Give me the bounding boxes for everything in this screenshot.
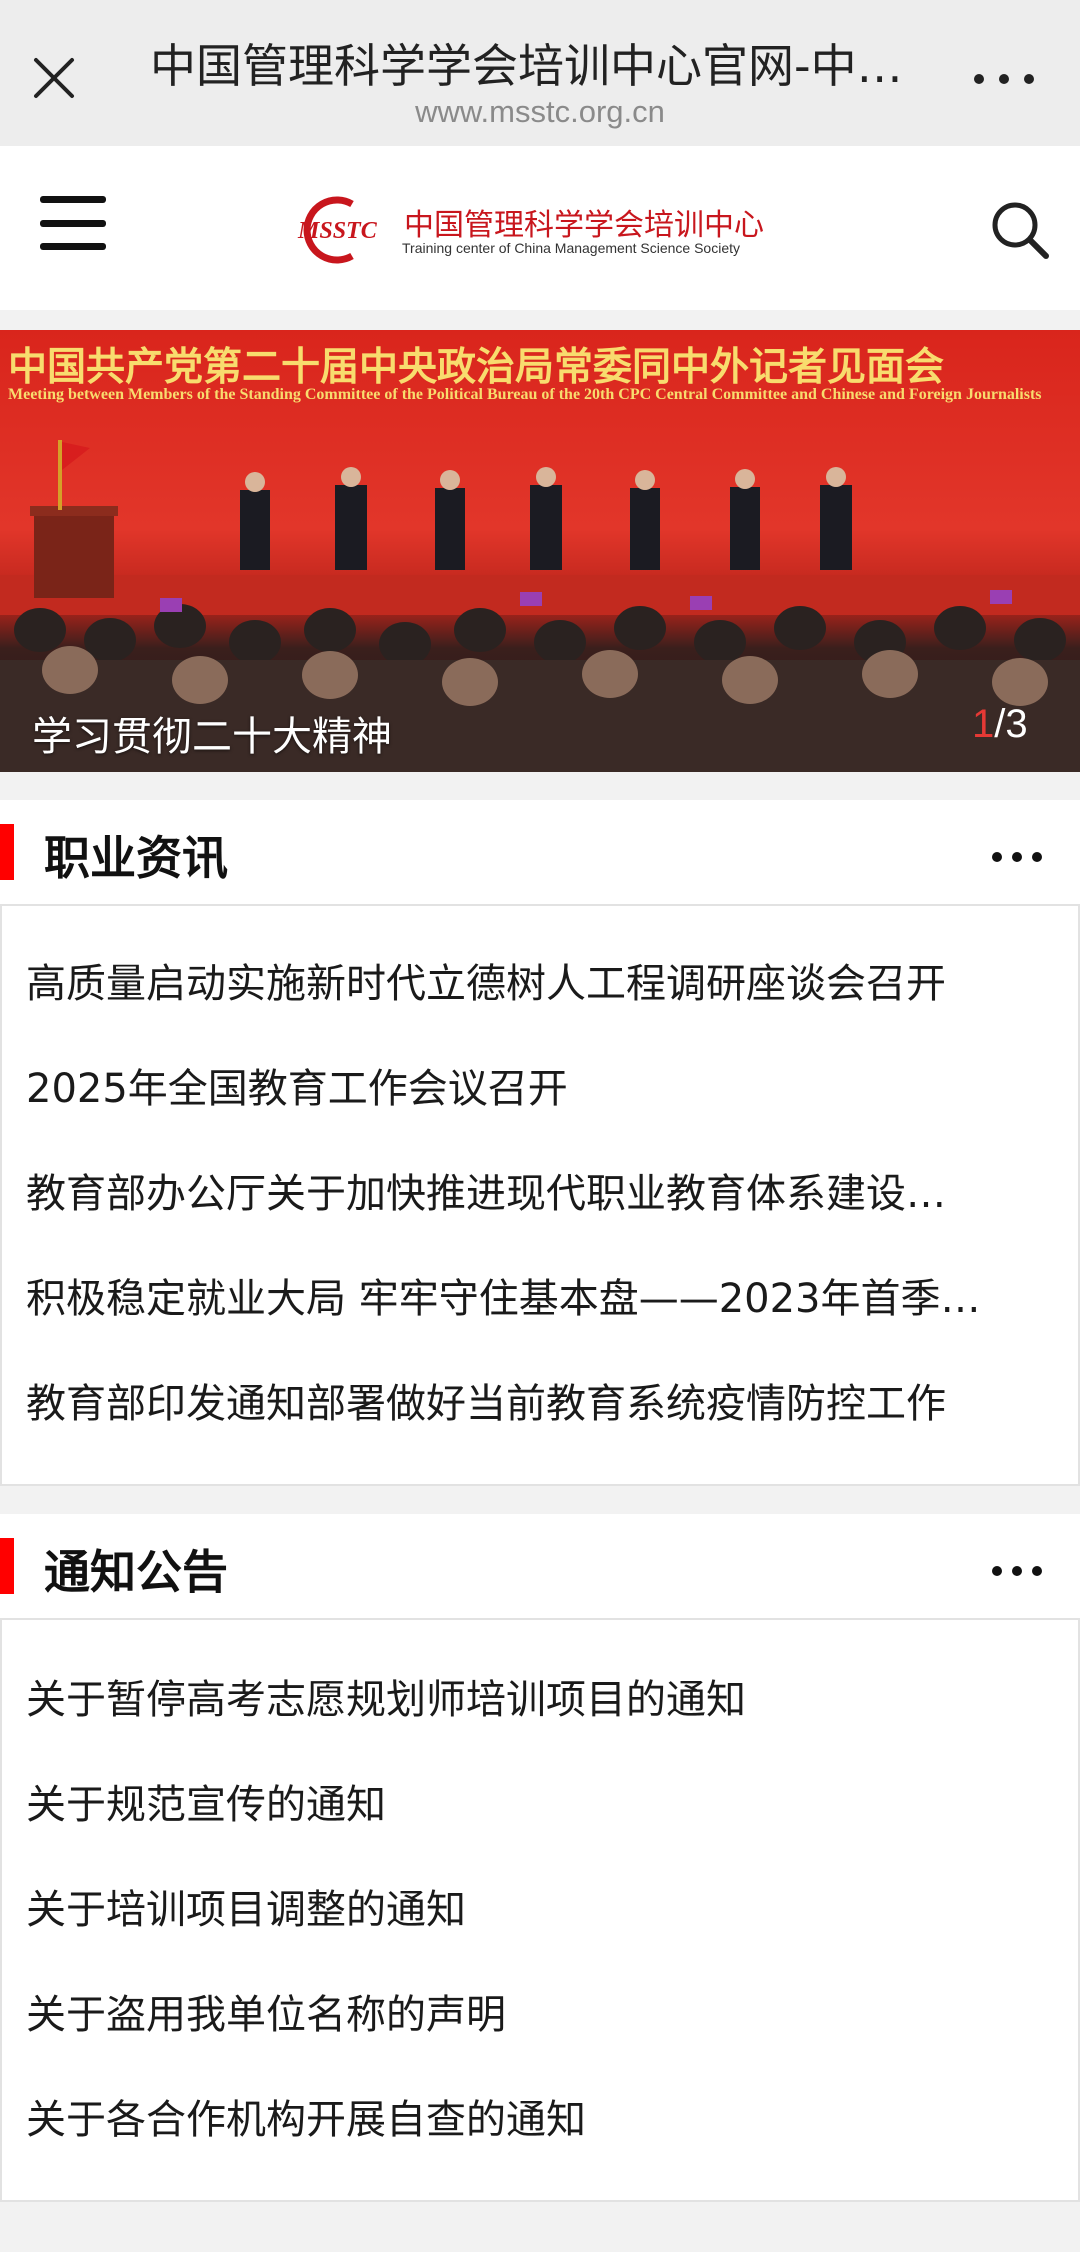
logo-english-name: Training center of China Management Scie… [402, 240, 740, 256]
site-header: MSSTC 中国管理科学学会培训中心 Training center of Ch… [0, 146, 1080, 310]
search-icon[interactable] [988, 198, 1052, 262]
svg-text:MSSTC: MSSTC [297, 218, 378, 244]
list-item[interactable]: 关于规范宣传的通知 [26, 1775, 1046, 1835]
news-section-title: 职业资讯 [44, 831, 228, 885]
banner-subheadline: Meeting between Members of the Standing … [8, 386, 1042, 403]
notices-list: 关于暂停高考志愿规划师培训项目的通知 关于规范宣传的通知 关于培训项目调整的通知… [0, 1618, 1080, 2202]
banner-caption[interactable]: 学习贯彻二十大精神 [32, 704, 392, 762]
notices-section-title: 通知公告 [44, 1545, 228, 1599]
logo-chinese-name: 中国管理科学学会培训中心 [404, 208, 764, 243]
notices-more-icon[interactable] [992, 1564, 1042, 1578]
section-accent-bar [0, 1538, 14, 1594]
banner-headline: 中国共产党第二十届中央政治局常委同中外记者见面会 [8, 344, 945, 390]
slide-total: /3 [994, 702, 1028, 746]
list-item[interactable]: 关于暂停高考志愿规划师培训项目的通知 [26, 1670, 1046, 1730]
more-options-icon[interactable] [974, 64, 1034, 94]
browser-top-bar: 中国管理科学学会培训中心官网-中… www.msstc.org.cn [0, 0, 1080, 146]
news-list: 高质量启动实施新时代立德树人工程调研座谈会召开 2025年全国教育工作会议召开 … [0, 904, 1080, 1486]
list-item[interactable]: 关于盗用我单位名称的声明 [26, 1985, 1046, 2045]
list-item[interactable]: 2025年全国教育工作会议召开 [26, 1059, 1046, 1119]
site-logo[interactable]: MSSTC 中国管理科学学会培训中心 Training center of Ch… [290, 182, 790, 278]
news-more-icon[interactable] [992, 850, 1042, 864]
page-title: 中国管理科学学会培训中心官网-中… [150, 39, 903, 93]
hamburger-menu-icon[interactable] [40, 196, 106, 250]
slide-current: 1 [972, 702, 995, 746]
list-item[interactable]: 教育部印发通知部署做好当前教育系统疫情防控工作 [26, 1374, 1046, 1434]
section-accent-bar [0, 824, 14, 880]
slide-counter: 1/3 [972, 702, 1028, 747]
news-section-header: 职业资讯 [0, 800, 1080, 908]
list-item[interactable]: 高质量启动实施新时代立德树人工程调研座谈会召开 [26, 954, 1046, 1014]
logo-emblem: MSSTC [297, 196, 378, 264]
notices-section-header: 通知公告 [0, 1514, 1080, 1622]
list-item[interactable]: 教育部办公厅关于加快推进现代职业教育体系建设… [26, 1164, 1046, 1224]
list-item[interactable]: 关于各合作机构开展自查的通知 [26, 2090, 1046, 2150]
banner-carousel[interactable]: 中国共产党第二十届中央政治局常委同中外记者见面会 Meeting between… [0, 330, 1080, 772]
page-url: www.msstc.org.cn [415, 94, 665, 129]
list-item[interactable]: 关于培训项目调整的通知 [26, 1880, 1046, 1940]
list-item[interactable]: 积极稳定就业大局 牢牢守住基本盘——2023年首季… [26, 1269, 1046, 1329]
